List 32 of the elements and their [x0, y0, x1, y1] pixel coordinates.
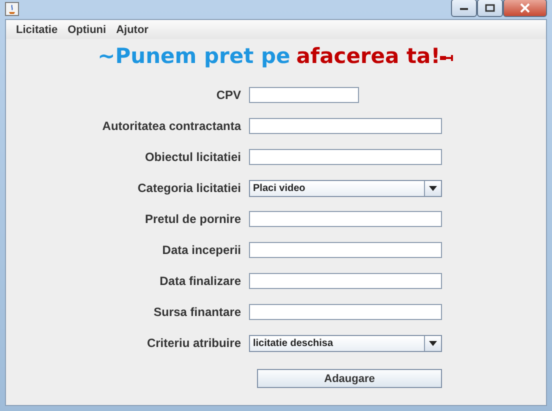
field-label: Obiectul licitatiei: [144, 150, 242, 164]
app-icon: [5, 2, 19, 16]
input-field[interactable]: [249, 273, 442, 289]
input-field[interactable]: [249, 149, 442, 165]
field-label: Categoria licitatiei: [136, 181, 242, 195]
field-label: CPV: [215, 88, 242, 102]
dropdown[interactable]: Placi video: [249, 180, 442, 196]
caret-icon: [429, 186, 437, 190]
maximize-button[interactable]: [477, 0, 503, 16]
slogan-text: ~Punem pret pe: [98, 44, 290, 68]
field-label: Pretul de pornire: [144, 212, 242, 226]
menu-item[interactable]: Licitatie: [11, 24, 63, 36]
slogan-text: afacerea ta!: [296, 44, 440, 68]
menu-item[interactable]: Ajutor: [111, 24, 154, 36]
input-field[interactable]: [249, 242, 442, 258]
add-button[interactable]: Adaugare: [257, 369, 442, 388]
maximize-icon: [485, 4, 495, 12]
field-label: Autoritatea contractanta: [101, 119, 242, 133]
minimize-button[interactable]: [451, 0, 477, 16]
close-button[interactable]: [503, 0, 547, 16]
input-field[interactable]: [249, 87, 359, 103]
dropdown[interactable]: licitatie deschisa: [249, 334, 442, 352]
field-label: Criteriu atribuire: [146, 336, 242, 350]
close-icon: [520, 2, 530, 12]
caret-icon: [429, 340, 437, 346]
field-label: Data inceperii: [161, 243, 242, 257]
field-label: Data finalizare: [158, 274, 242, 288]
input-field[interactable]: [249, 211, 442, 227]
input-field[interactable]: [249, 118, 442, 134]
menu-item[interactable]: Optiuni: [62, 24, 112, 36]
field-label: Sursa finantare: [152, 305, 242, 319]
input-field[interactable]: [249, 304, 442, 320]
